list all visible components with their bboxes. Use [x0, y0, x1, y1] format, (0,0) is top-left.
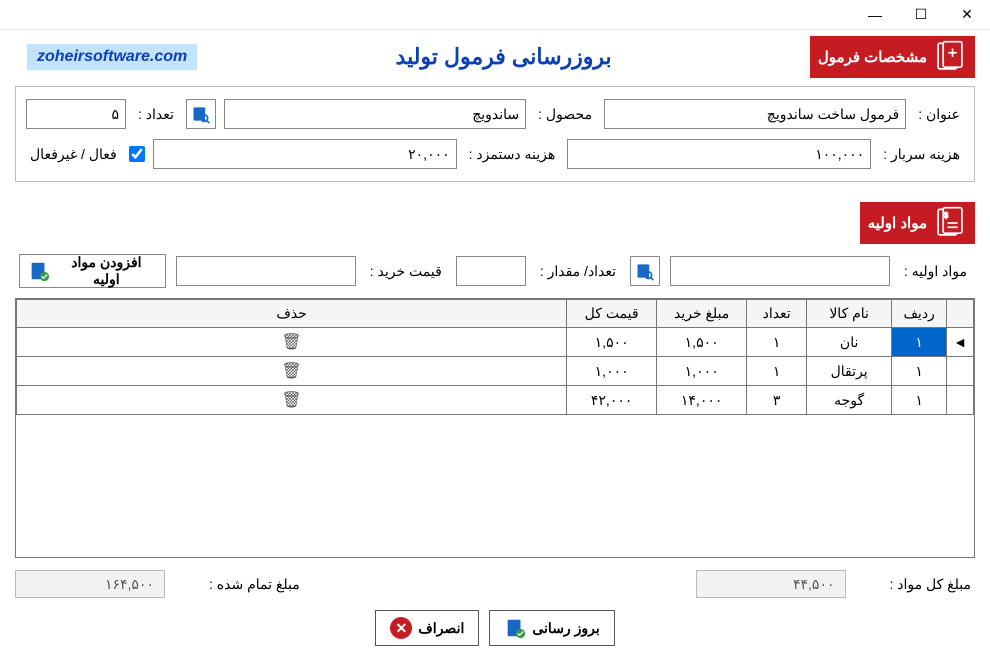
brand-badge: zoheirsoftware.com [27, 44, 197, 70]
document-check-icon [28, 260, 50, 282]
col-buy[interactable]: مبلغ خرید [657, 300, 747, 328]
cell-total: ۱,۰۰۰ [567, 357, 657, 386]
maximize-button[interactable]: ☐ [898, 0, 944, 30]
section-title: مشخصات فرمول [818, 48, 927, 66]
material-input[interactable] [670, 256, 890, 286]
row-pointer [947, 357, 974, 386]
label-material: مواد اولیه : [900, 263, 971, 280]
close-button[interactable]: ✕ [944, 0, 990, 30]
search-icon [191, 104, 211, 124]
table-row[interactable]: ۱گوجه۳۱۴,۰۰۰۴۲,۰۰۰ 🗑 [17, 386, 974, 415]
cell-buy: ۱,۵۰۰ [657, 328, 747, 357]
materials-table: ردیف نام کالا تعداد مبلغ خرید قیمت کل حذ… [16, 299, 974, 415]
label-buy-price: قیمت خرید : [366, 263, 446, 280]
label-active: فعال / غیرفعال [26, 146, 121, 163]
document-plus-icon [933, 40, 967, 74]
wage-input[interactable] [153, 139, 457, 169]
col-name[interactable]: نام کالا [807, 300, 892, 328]
cell-name: گوجه [807, 386, 892, 415]
label-overhead: هزینه سربار : [879, 146, 964, 163]
cell-delete[interactable]: 🗑 [17, 357, 567, 386]
label-count: تعداد : [134, 106, 178, 123]
material-search-button[interactable] [630, 256, 660, 286]
col-qty[interactable]: تعداد [747, 300, 807, 328]
cell-qty: ۱ [747, 328, 807, 357]
cancel-button[interactable]: انصراف ✕ [375, 610, 479, 646]
qty-input[interactable] [456, 256, 526, 286]
count-input[interactable] [26, 99, 126, 129]
label-qty: تعداد/ مقدار : [536, 263, 620, 280]
table-row[interactable]: ۱پرتقال۱۱,۰۰۰۱,۰۰۰🗑 [17, 357, 974, 386]
row-pointer [947, 386, 974, 415]
final-price-value: ۱۶۴,۵۰۰ [15, 570, 165, 598]
cell-qty: ۳ [747, 386, 807, 415]
document-check-icon [504, 617, 526, 639]
col-pointer [947, 300, 974, 328]
cancel-label: انصراف [418, 620, 464, 637]
cell-row: ۱ [892, 357, 947, 386]
row-pointer: ◄ [947, 328, 974, 357]
table-row[interactable]: ◄۱نان۱۱,۵۰۰۱,۵۰۰🗑 [17, 328, 974, 357]
section-formula-spec: مشخصات فرمول [810, 36, 975, 78]
label-title: عنوان : [914, 106, 964, 123]
product-input[interactable] [224, 99, 526, 129]
product-search-button[interactable] [186, 99, 216, 129]
add-material-button[interactable]: افزودن مواد اولیه [19, 254, 166, 288]
minimize-button[interactable]: — [852, 0, 898, 30]
formula-spec-form: عنوان : محصول : تعداد : هزینه سربار : هز… [15, 86, 975, 182]
total-materials-value: ۴۴,۵۰۰ [696, 570, 846, 598]
trash-icon[interactable]: 🗑 [281, 334, 301, 351]
cell-name: پرتقال [807, 357, 892, 386]
label-product: محصول : [534, 106, 596, 123]
update-label: بروز رسانی [532, 620, 599, 637]
close-circle-icon: ✕ [390, 617, 412, 639]
cell-buy: ۱۴,۰۰۰ [657, 386, 747, 415]
update-button[interactable]: بروز رسانی [489, 610, 614, 646]
active-checkbox[interactable] [129, 146, 145, 162]
document-list-icon: $ [933, 206, 967, 240]
cell-row: ۱ [892, 386, 947, 415]
page-title: بروزرسانی فرمول تولید [197, 44, 810, 70]
materials-table-wrap: ردیف نام کالا تعداد مبلغ خرید قیمت کل حذ… [15, 298, 975, 558]
cell-delete[interactable]: 🗑 [17, 386, 567, 415]
col-delete[interactable]: حذف [17, 300, 567, 328]
label-total-materials: مبلغ کل مواد : [886, 576, 976, 593]
trash-icon[interactable]: 🗑 [281, 392, 301, 409]
cell-name: نان [807, 328, 892, 357]
cell-qty: ۱ [747, 357, 807, 386]
title-input[interactable] [604, 99, 906, 129]
svg-text:$: $ [944, 210, 949, 220]
col-row[interactable]: ردیف [892, 300, 947, 328]
section-title: مواد اولیه [868, 214, 927, 232]
add-material-label: افزودن مواد اولیه [56, 254, 157, 288]
cell-total: ۱,۵۰۰ [567, 328, 657, 357]
window-titlebar: ✕ ☐ — [0, 0, 990, 30]
trash-icon[interactable]: 🗑 [281, 363, 301, 380]
cell-row: ۱ [892, 328, 947, 357]
label-final-price: مبلغ تمام شده : [205, 576, 304, 593]
cell-delete[interactable]: 🗑 [17, 328, 567, 357]
buy-price-input[interactable] [176, 256, 356, 286]
col-total[interactable]: قیمت کل [567, 300, 657, 328]
label-wage: هزینه دستمزد : [465, 146, 560, 163]
section-materials: $ مواد اولیه [860, 202, 975, 244]
search-icon [635, 261, 655, 281]
overhead-input[interactable] [567, 139, 871, 169]
cell-total: ۴۲,۰۰۰ [567, 386, 657, 415]
cell-buy: ۱,۰۰۰ [657, 357, 747, 386]
